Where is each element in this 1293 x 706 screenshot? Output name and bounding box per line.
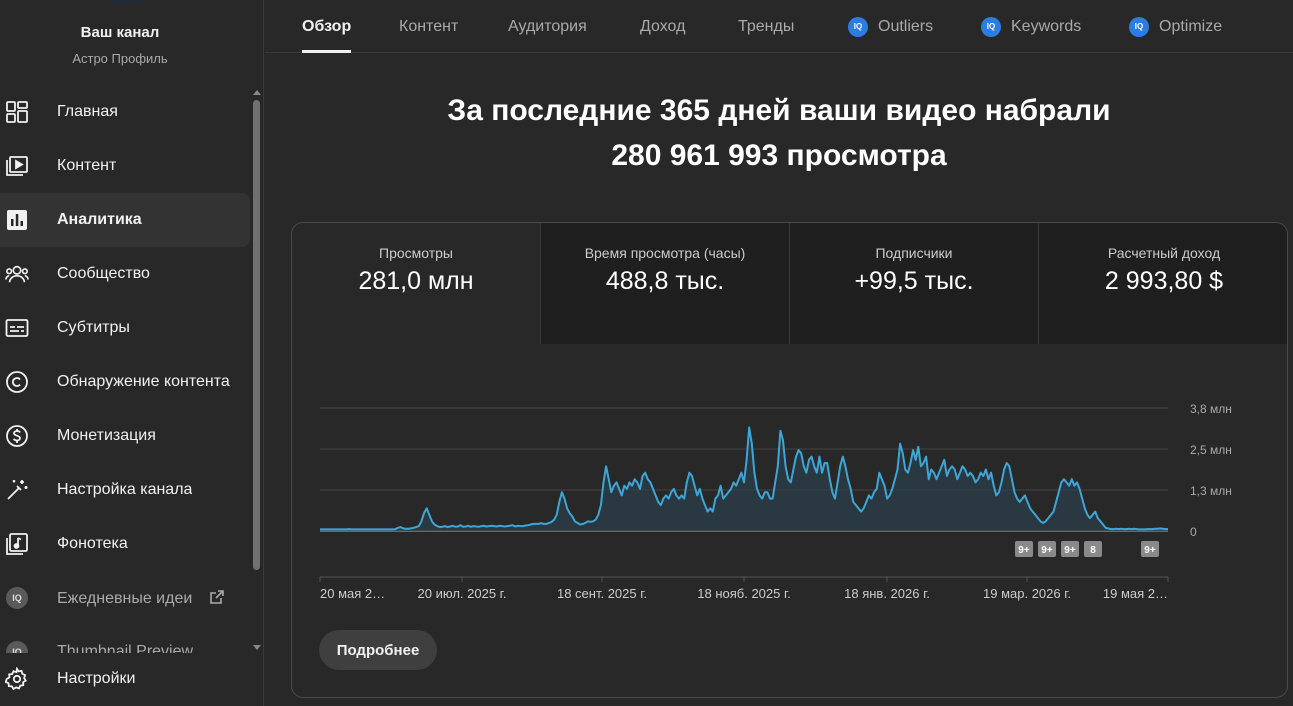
tab-overview[interactable]: Обзор [302,0,352,53]
channel-name: Ваш канал [80,24,160,41]
external-link-icon [209,589,224,604]
sidebar-item-settings[interactable]: Настройки [0,652,250,706]
tab-label: Доход [640,17,686,35]
sidebar-item-label: Субтитры [57,319,130,336]
sidebar: Ваш канал Астро Профиль Главная Контент … [0,0,264,706]
metric-label: Расчетный доход [1107,245,1221,261]
sidebar-nav: Главная Контент Аналитика Сообщество Суб… [0,85,250,653]
sidebar-item-audio-library[interactable]: Фонотека [0,517,250,571]
sidebar-item-thumbnail-preview[interactable]: IQ Thumbnail Preview [0,625,250,653]
chart-marker-label: 9+ [1018,545,1030,556]
sidebar-item-label: Фонотека [57,535,128,552]
tab-content[interactable]: Контент [399,0,458,53]
metric-value: +99,5 тыс. [854,267,974,295]
sidebar-item-label: Монетизация [57,427,156,444]
sidebar-item-customization[interactable]: Настройка канала [0,463,250,517]
metric-watch-time[interactable]: Время просмотра (часы) 488,8 тыс. [541,223,790,344]
tab-label: Обзор [302,17,352,35]
tab-outliers[interactable]: IQ Outliers [848,0,933,53]
headline-line1: За последние 365 дней ваши видео набрали [447,94,1111,127]
audio-library-icon [5,532,29,556]
sidebar-item-label: Контент [57,157,117,174]
metric-label: Просмотры [379,245,453,261]
chart-y-tick-label: 2,5 млн [1190,443,1232,457]
metric-subscribers[interactable]: Подписчики +99,5 тыс. [790,223,1039,344]
content-icon [5,154,29,178]
sidebar-item-content[interactable]: Контент [0,139,250,193]
avatar[interactable] [98,0,154,4]
chart-y-tick-label: 3,8 млн [1190,402,1232,416]
tab-label: Контент [399,17,459,35]
metric-revenue[interactable]: Расчетный доход 2 993,80 $ [1039,223,1287,344]
tab-revenue[interactable]: Доход [640,0,685,53]
tab-label: Аудитория [508,17,587,35]
chart-y-tick-label: 0 [1190,525,1197,539]
subtitles-icon [5,316,29,340]
iq-icon: IQ [1129,16,1149,37]
chart-x-tick-label: 18 нояб. 2025 г. [697,586,791,601]
scroll-down-arrow-icon[interactable] [253,645,261,650]
sidebar-item-daily-ideas[interactable]: IQ Ежедневные идеи [0,571,250,625]
community-icon [5,262,29,286]
iq-icon: IQ [5,586,29,610]
scroll-up-arrow-icon[interactable] [253,90,261,95]
tab-label: Тренды [738,17,795,35]
sidebar-item-label: Ежедневные идеи [57,589,225,608]
copyright-icon [5,370,29,394]
dashboard-icon [5,100,29,124]
gear-icon [5,667,29,691]
tab-trends[interactable]: Тренды [738,0,794,53]
analytics-icon [5,208,29,232]
tab-label: Keywords [1011,17,1082,35]
headline-line2: 280 961 993 просмотра [611,139,947,172]
metric-value: 2 993,80 $ [1104,267,1224,295]
sidebar-item-label: Сообщество [57,265,150,282]
analytics-tabs: Обзор Контент Аудитория Доход Тренды IQ O… [265,0,1293,53]
sidebar-item-label: Настройки [57,670,136,687]
overview-card: Просмотры 281,0 млн Время просмотра (час… [291,222,1288,698]
sidebar-item-label: Настройка канала [57,481,193,498]
metric-views[interactable]: Просмотры 281,0 млн [292,223,541,344]
more-details-button[interactable]: Подробнее [319,630,437,670]
sidebar-item-community[interactable]: Сообщество [0,247,250,301]
tab-label: Optimize [1159,17,1223,35]
metric-label: Время просмотра (часы) [584,245,746,261]
channel-subtitle: Астро Профиль [72,51,168,66]
tab-keywords[interactable]: IQ Keywords [981,0,1081,53]
sidebar-item-analytics[interactable]: Аналитика [0,193,250,247]
chart-marker-label: 8 [1090,545,1096,556]
sidebar-item-label-text: Ежедневные идеи [57,589,193,607]
monetization-icon [5,424,29,448]
chart-marker-label: 9+ [1041,545,1053,556]
chart-x-tick-label: 18 янв. 2026 г. [844,586,930,601]
sidebar-item-subtitles[interactable]: Субтитры [0,301,250,355]
chart-x-tick-label: 19 мая 2… [1103,586,1168,601]
sidebar-item-content-detection[interactable]: Обнаружение контента [0,355,250,409]
chart-x-tick-label: 19 мар. 2026 г. [983,586,1071,601]
tab-optimize[interactable]: IQ Optimize [1129,0,1222,53]
sidebar-scrollbar[interactable] [252,90,262,650]
chart-y-tick-label: 1,3 млн [1190,484,1232,498]
metric-value: 281,0 млн [358,267,474,295]
metric-label: Подписчики [875,245,953,261]
scroll-thumb[interactable] [253,100,260,570]
sidebar-item-monetization[interactable]: Монетизация [0,409,250,463]
chart-marker-label: 9+ [1144,545,1156,556]
sidebar-item-label: Главная [57,103,118,120]
chart-x-tick-label: 20 мая 2… [320,586,385,601]
tab-audience[interactable]: Аудитория [508,0,587,53]
sidebar-item-dashboard[interactable]: Главная [0,85,250,139]
chart-x-tick-label: 20 июл. 2025 г. [418,586,507,601]
sidebar-item-label: Обнаружение контента [57,373,230,390]
chart-marker-label: 9+ [1064,545,1076,556]
magic-wand-icon [5,478,29,502]
views-chart: 3,8 млн 2,5 млн 1,3 млн 0 9+ 9+ 9+ 8 9+ 20 мая 2…… [319,402,1232,601]
iq-icon: IQ [981,16,1001,37]
metric-value: 488,8 тыс. [605,267,725,295]
sidebar-item-label: Аналитика [57,211,142,228]
chart-x-tick-label: 18 сент. 2025 г. [557,586,647,601]
iq-badge: IQ [6,587,28,609]
iq-icon: IQ [848,16,868,37]
tab-label: Outliers [878,17,934,35]
